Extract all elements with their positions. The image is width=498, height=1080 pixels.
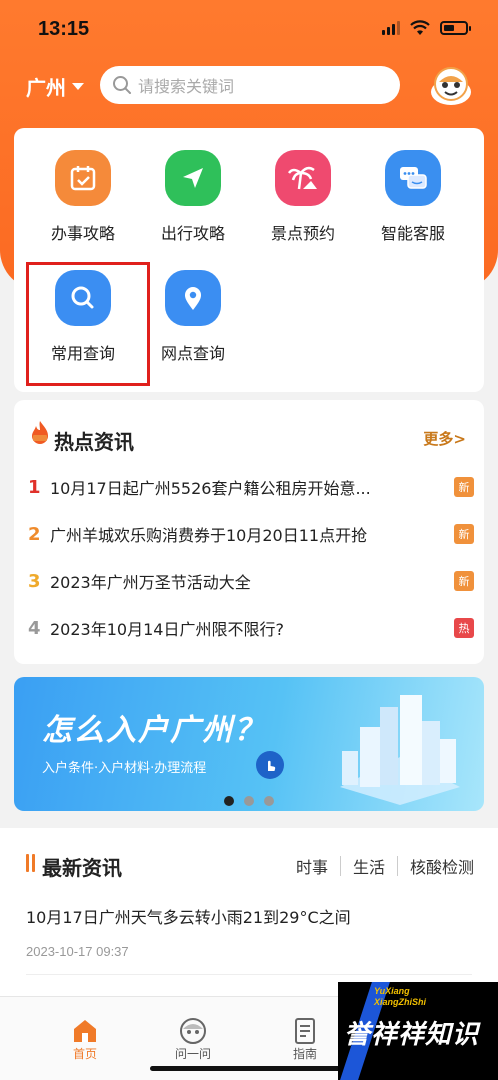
service-scenic-button[interactable]: 景点预约 (248, 150, 358, 260)
tab-home[interactable]: 首页 (50, 1017, 120, 1062)
palm-tree-icon (275, 150, 331, 206)
news-rank: 4 (28, 617, 41, 639)
service-label: 智能客服 (380, 224, 445, 243)
news-text: 广州羊城欢乐购消费券于10月20日11点开抢 (50, 526, 368, 545)
news-tag: 新 (454, 477, 474, 497)
highlight-annotation (26, 262, 150, 386)
pagination-dot[interactable] (224, 796, 234, 806)
news-tag: 热 (454, 618, 474, 638)
news-tag: 新 (454, 524, 474, 544)
tab-nucleic-test[interactable]: 核酸检测 (410, 854, 474, 878)
pagination-dot[interactable] (244, 796, 254, 806)
hot-news-title: 热点资讯 (54, 430, 134, 454)
latest-news-title: 最新资讯 (42, 856, 122, 880)
news-rank: 3 (28, 570, 41, 592)
tab-guide[interactable]: 指南 (270, 1017, 340, 1062)
section-marker-icon (26, 854, 36, 872)
location-pin-icon (165, 270, 221, 326)
pagination-dot[interactable] (264, 796, 274, 806)
tab-ask[interactable]: 问一问 (158, 1017, 228, 1062)
home-indicator (150, 1066, 350, 1071)
service-label: 景点预约 (270, 224, 335, 243)
service-label: 办事攻略 (50, 224, 115, 243)
mascot-icon (180, 1018, 206, 1044)
news-rank: 1 (28, 476, 41, 498)
flame-icon (32, 421, 48, 444)
search-icon (113, 76, 131, 94)
banner-pagination (224, 796, 274, 806)
watermark-logo: YuXiang XiangZhiShi 誉祥祥知识 (338, 982, 498, 1080)
document-icon (295, 1018, 315, 1044)
divider (26, 974, 472, 975)
caret-down-icon (72, 83, 84, 90)
search-placeholder: 请搜索关键词 (138, 77, 235, 96)
service-customer-button[interactable]: 智能客服 (358, 150, 468, 260)
banner-subtitle: 入户条件·入户材料·办理流程 (42, 761, 207, 776)
news-item[interactable]: 4 2023年10月14日广州限不限行? 热 (28, 613, 474, 643)
status-icons (382, 20, 471, 36)
news-tag: 新 (454, 571, 474, 591)
navigation-arrow-icon (165, 150, 221, 206)
service-label: 出行攻略 (160, 224, 225, 243)
watermark-latin: YuXiang XiangZhiShi (374, 986, 427, 1007)
tab-divider (339, 856, 341, 876)
service-outlet-button[interactable]: 网点查询 (138, 270, 248, 380)
tab-label: 首页 (72, 1047, 97, 1061)
home-icon (74, 1020, 96, 1042)
service-label: 网点查询 (160, 344, 225, 363)
banner-title: 怎么入户广州？ (42, 713, 266, 748)
status-bar: 13:15 (0, 0, 498, 60)
city-selector[interactable]: 广州 (26, 72, 84, 101)
news-item[interactable]: 3 2023年广州万圣节活动大全 新 (28, 566, 474, 596)
top-header: 广州 请搜索关键词 (0, 62, 498, 110)
watermark-text: 誉祥祥知识 (344, 1020, 480, 1050)
city-buildings-illustration (340, 695, 460, 805)
tab-life[interactable]: 生活 (353, 854, 385, 878)
chat-bubbles-icon (385, 150, 441, 206)
city-label: 广州 (26, 76, 66, 100)
service-guide-button[interactable]: 办事攻略 (28, 150, 138, 260)
battery-icon (440, 21, 471, 35)
latest-date: 2023-10-17 09:37 (26, 944, 129, 959)
news-text: 2023年10月14日广州限不限行? (50, 620, 284, 639)
hot-news-card: 热点资讯 更多> 1 10月17日起广州5526套户籍公租房开始意... 新 2… (14, 400, 484, 664)
wifi-icon (410, 20, 430, 35)
tab-divider (396, 856, 398, 876)
status-time: 13:15 (38, 18, 90, 40)
news-text: 10月17日起广州5526套户籍公租房开始意... (50, 479, 371, 498)
latest-news-section: 最新资讯 时事 生活 核酸检测 10月17日广州天气多云转小雨21到29°C之间… (0, 828, 498, 996)
latest-headline[interactable]: 10月17日广州天气多云转小雨21到29°C之间 (26, 904, 351, 928)
tab-label: 问一问 (174, 1047, 211, 1061)
latest-news-tabs: 时事 生活 核酸检测 (296, 854, 474, 878)
search-input[interactable]: 请搜索关键词 (100, 66, 400, 104)
tab-label: 指南 (292, 1047, 317, 1061)
news-item[interactable]: 2 广州羊城欢乐购消费券于10月20日11点开抢 新 (28, 519, 474, 549)
news-item[interactable]: 1 10月17日起广州5526套户籍公租房开始意... 新 (28, 472, 474, 502)
news-text: 2023年广州万圣节活动大全 (50, 573, 251, 592)
service-travel-button[interactable]: 出行攻略 (138, 150, 248, 260)
news-rank: 2 (28, 523, 41, 545)
mascot-avatar-icon[interactable] (428, 62, 474, 108)
signal-icon (382, 21, 400, 35)
more-link[interactable]: 更多> (423, 428, 466, 449)
tab-current-affairs[interactable]: 时事 (296, 854, 328, 878)
calendar-check-icon (55, 150, 111, 206)
tap-hand-icon (256, 751, 284, 779)
promo-banner[interactable]: 怎么入户广州？ 入户条件·入户材料·办理流程 (14, 677, 484, 811)
